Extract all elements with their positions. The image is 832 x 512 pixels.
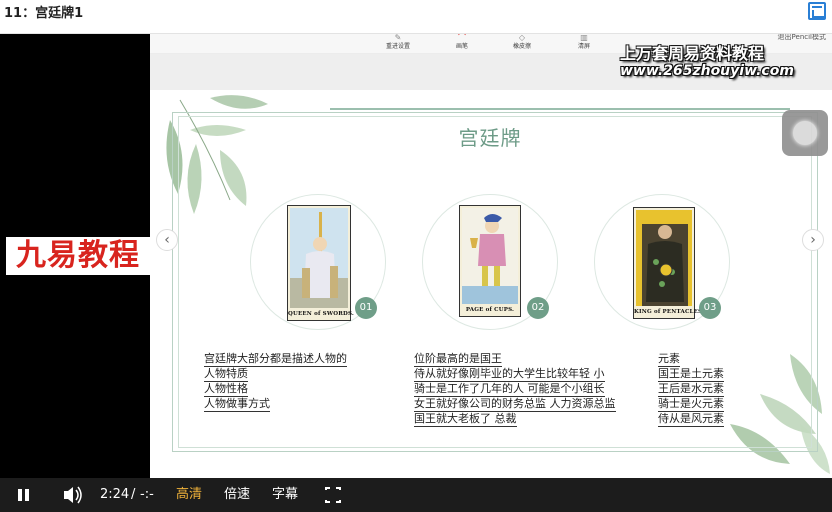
text-right-line: 侍从是风元素 bbox=[658, 412, 724, 427]
floating-record-button[interactable] bbox=[782, 110, 828, 156]
window-title: 11：宫廷牌1 bbox=[4, 6, 84, 21]
brand-logo: 九易教程 bbox=[6, 237, 150, 275]
text-block-middle: 位阶最高的是国王 侍从就好像刚毕业的大学生比较年轻 小 骑士是工作了几年的人 可… bbox=[414, 352, 616, 427]
tool-brush[interactable]: ⌒ 画笔 bbox=[442, 34, 482, 54]
tool-settings[interactable]: ✎ 重进设置 bbox=[378, 34, 418, 54]
chevron-left-icon: ‹ bbox=[164, 232, 170, 248]
card-circle-3: KING of PENTACLES. 03 bbox=[594, 194, 730, 330]
card-number-badge-3: 03 bbox=[699, 297, 721, 319]
text-block-right: 元素 国王是土元素 王后是水元素 骑士是火元素 侍从是风元素 bbox=[658, 352, 724, 427]
fullscreen-button[interactable] bbox=[324, 478, 344, 512]
exit-pencil-button[interactable]: 退出Pencil模式 bbox=[778, 34, 826, 42]
pen-icon: ✎ bbox=[394, 34, 402, 42]
frame-top-rule bbox=[330, 108, 790, 110]
card-number-badge-2: 02 bbox=[527, 297, 549, 319]
slide-viewer: ✎ 重进设置 ⌒ 画笔 ◇ 橡皮擦 ▥ 清屏 退出Pencil模式 宫廷牌 QU… bbox=[150, 34, 832, 478]
speaker-icon bbox=[64, 486, 82, 504]
tarot-art-queen bbox=[290, 208, 348, 308]
volume-button[interactable] bbox=[62, 478, 84, 512]
watermark-title: 上万套周易资料教程 bbox=[620, 44, 765, 63]
time-separator: / bbox=[131, 487, 136, 502]
player-control-bar: 2:24 / -:- 高清 倍速 字幕 bbox=[0, 478, 832, 512]
quality-button[interactable]: 高清 bbox=[176, 478, 202, 512]
text-left-line: 人物做事方式 bbox=[204, 397, 270, 412]
screen: 11：宫廷牌1 九易教程 ✎ 重进设置 ⌒ 画笔 ◇ 橡皮擦 ▥ 清屏 退出Pe… bbox=[0, 0, 832, 512]
time-current: 2:24 bbox=[100, 487, 130, 502]
text-right-line: 元素 bbox=[658, 352, 680, 367]
fullscreen-icon bbox=[325, 487, 341, 503]
tarot-card-page-of-cups[interactable]: PAGE of CUPS. bbox=[459, 205, 521, 317]
text-right-line: 王后是水元素 bbox=[658, 382, 724, 397]
chevron-right-icon: › bbox=[810, 232, 816, 248]
tool-eraser[interactable]: ◇ 橡皮擦 bbox=[502, 34, 542, 54]
prev-slide-button[interactable]: ‹ bbox=[156, 229, 178, 251]
tarot-card-king-of-pentacles[interactable]: KING of PENTACLES. bbox=[633, 207, 705, 319]
eraser-icon: ◇ bbox=[518, 34, 526, 42]
clear-icon: ▥ bbox=[580, 34, 588, 42]
card-number-badge-1: 01 bbox=[355, 297, 377, 319]
tarot-caption-3: KING of PENTACLES. bbox=[634, 309, 705, 315]
subtitle-button[interactable]: 字幕 bbox=[272, 478, 298, 512]
pause-button[interactable] bbox=[14, 478, 34, 512]
text-middle-line: 女王就好像公司的财务总监 人力资源总监 bbox=[414, 397, 616, 412]
text-left-line: 人物特质 bbox=[204, 367, 248, 382]
window-mode-icon[interactable] bbox=[808, 2, 826, 20]
text-middle-line: 国王就大老板了 总裁 bbox=[414, 412, 517, 427]
tarot-caption-1: QUEEN of SWORDS. bbox=[288, 311, 355, 317]
text-middle-line: 位阶最高的是国王 bbox=[414, 352, 502, 367]
window-titlebar: 11：宫廷牌1 bbox=[0, 0, 832, 34]
queen-figure-icon bbox=[290, 208, 348, 308]
text-middle-line: 骑士是工作了几年的人 可能是个小组长 bbox=[414, 382, 605, 397]
next-slide-button[interactable]: › bbox=[802, 229, 824, 251]
text-right-line: 国王是土元素 bbox=[658, 367, 724, 382]
text-left-line: 宫廷牌大部分都是描述人物的 bbox=[204, 352, 347, 367]
text-middle-line: 侍从就好像刚毕业的大学生比较年轻 小 bbox=[414, 367, 605, 382]
tarot-art-page bbox=[462, 208, 518, 304]
pause-icon bbox=[18, 489, 22, 501]
card-circle-2: PAGE of CUPS. 02 bbox=[422, 194, 558, 330]
text-left-line: 人物性格 bbox=[204, 382, 248, 397]
pause-icon bbox=[25, 489, 29, 501]
text-block-left: 宫廷牌大部分都是描述人物的 人物特质 人物性格 人物做事方式 bbox=[204, 352, 347, 412]
time-total: -:- bbox=[140, 487, 154, 502]
text-right-line: 骑士是火元素 bbox=[658, 397, 724, 412]
tarot-art-king bbox=[636, 210, 692, 306]
tool-clear[interactable]: ▥ 清屏 bbox=[564, 34, 604, 54]
card-circle-1: QUEEN of SWORDS. 01 bbox=[250, 194, 386, 330]
watermark-url: www.265zhouyiw.com bbox=[620, 63, 794, 79]
page-figure-icon bbox=[462, 208, 518, 304]
tarot-card-queen-of-swords[interactable]: QUEEN of SWORDS. bbox=[287, 205, 355, 321]
king-figure-icon bbox=[636, 210, 692, 306]
slide-title: 宫廷牌 bbox=[458, 126, 522, 150]
speed-button[interactable]: 倍速 bbox=[224, 478, 250, 512]
brush-icon: ⌒ bbox=[458, 34, 466, 42]
tarot-caption-2: PAGE of CUPS. bbox=[465, 307, 515, 313]
